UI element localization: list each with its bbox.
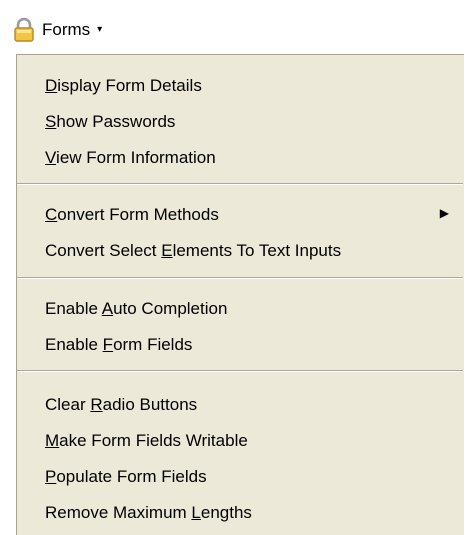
menu-separator (17, 277, 463, 279)
chevron-down-icon: ▾ (97, 23, 103, 35)
menu-item-label: Clear Radio Buttons (45, 395, 198, 414)
menu-item-show-passwords[interactable]: Show Passwords (17, 107, 463, 137)
menu-item-label: Convert Select Elements To Text Inputs (45, 241, 342, 260)
menu-item-enable-auto-completion[interactable]: Enable Auto Completion (17, 294, 463, 324)
menu-separator (17, 183, 463, 185)
forms-menu-button[interactable]: Forms ▾ (4, 12, 134, 48)
menu-item-populate-form-fields[interactable]: Populate Form Fields (17, 462, 463, 492)
menu-item-convert-select-elements[interactable]: Convert Select Elements To Text Inputs (17, 236, 463, 266)
submenu-arrow-icon: ▶ (439, 206, 449, 220)
menu-item-clear-radio-buttons[interactable]: Clear Radio Buttons (17, 390, 463, 420)
menu-item-make-form-fields-writable[interactable]: Make Form Fields Writable (17, 426, 463, 456)
menu-item-label: Enable Form Fields (45, 335, 193, 354)
menu-item-view-form-information[interactable]: View Form Information (17, 143, 463, 173)
menu-item-label: Populate Form Fields (45, 467, 207, 486)
menu-item-label: Make Form Fields Writable (45, 431, 248, 450)
menu-separator (17, 370, 463, 372)
forms-menu-label: Forms (42, 20, 91, 39)
padlock-icon (12, 17, 36, 43)
menu-item-label: Display Form Details (45, 76, 202, 95)
menu-item-label: View Form Information (45, 148, 216, 167)
menu-item-label: Show Passwords (45, 112, 176, 131)
menu-item-label: Remove Maximum Lengths (45, 503, 252, 522)
forms-dropdown-menu: Display Form Details Show Passwords View… (16, 54, 464, 535)
menu-item-label: Convert Form Methods (45, 205, 219, 224)
menu-item-enable-form-fields[interactable]: Enable Form Fields (17, 330, 463, 360)
menu-item-display-form-details[interactable]: Display Form Details (17, 71, 463, 101)
menu-item-convert-form-methods[interactable]: Convert Form Methods ▶ (17, 200, 463, 230)
menu-item-remove-maximum-lengths[interactable]: Remove Maximum Lengths (17, 498, 463, 528)
menu-item-label: Enable Auto Completion (45, 299, 228, 318)
